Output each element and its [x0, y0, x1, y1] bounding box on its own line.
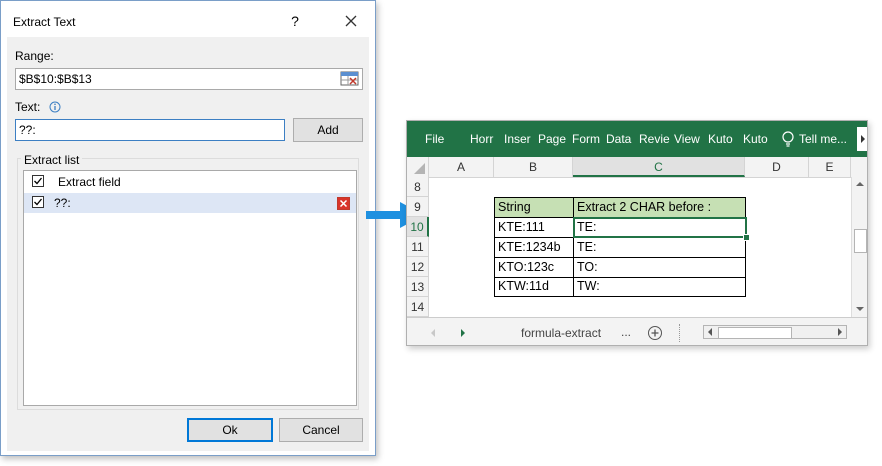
range-value: $B$10:$B$13 [19, 72, 92, 86]
ok-button[interactable]: Ok [187, 418, 273, 442]
delete-icon[interactable] [337, 197, 350, 210]
extract-text-dialog: Extract Text ? Range: $B$10:$B$13 Text: … [0, 0, 376, 456]
row-header[interactable]: 10 [407, 217, 429, 237]
extract-list-label: Extract list [21, 153, 83, 167]
tab-kutools-plus[interactable]: Kuto [743, 132, 768, 146]
vertical-scrollbar[interactable] [851, 177, 867, 317]
lightbulb-icon [781, 130, 795, 148]
table-cell[interactable]: KTO:123c [495, 258, 574, 278]
dialog-body: Range: $B$10:$B$13 Text: ??: Add Extract… [7, 37, 369, 451]
prev-sheet-icon[interactable] [429, 328, 437, 338]
next-sheet-icon[interactable] [459, 328, 467, 338]
vertical-scroll-thumb[interactable] [854, 229, 867, 253]
sheet-tab[interactable]: formula-extract [521, 326, 601, 340]
scroll-up-icon[interactable] [855, 180, 865, 188]
select-all-corner[interactable] [407, 157, 429, 177]
active-cell-cursor [573, 217, 747, 238]
tab-file[interactable]: File [425, 132, 444, 146]
row-header[interactable]: 9 [407, 197, 429, 217]
tab-data[interactable]: Data [606, 132, 631, 146]
ribbon-scroll-right[interactable] [857, 127, 867, 151]
scroll-right-icon[interactable] [836, 328, 844, 336]
row-header[interactable]: 12 [407, 257, 429, 277]
tab-review[interactable]: Revie [639, 132, 670, 146]
sheet-tab-bar: formula-extract ... [407, 317, 867, 345]
text-label: Text: [15, 100, 41, 114]
tab-page[interactable]: Page [538, 132, 566, 146]
extract-list: Extract field ??: [23, 170, 357, 406]
tab-split-handle[interactable] [679, 324, 684, 342]
info-icon[interactable] [49, 101, 61, 116]
scroll-down-icon[interactable] [855, 305, 865, 313]
row-header[interactable]: 13 [407, 277, 429, 297]
table-cell[interactable]: TW: [574, 277, 746, 297]
column-header-a[interactable]: A [429, 157, 494, 177]
checkbox[interactable] [32, 175, 44, 187]
excel-window: File Horr Inser Page Form Data Revie Vie… [406, 120, 868, 346]
tab-insert[interactable]: Inser [504, 132, 531, 146]
add-sheet-icon[interactable] [647, 325, 663, 341]
help-button[interactable]: ? [287, 13, 303, 29]
table-cell[interactable]: TO: [574, 258, 746, 278]
horizontal-scroll-thumb[interactable] [718, 327, 792, 339]
list-item[interactable]: ??: [24, 193, 356, 213]
list-item[interactable]: Extract field [24, 172, 356, 192]
more-sheets[interactable]: ... [621, 325, 631, 339]
tab-home[interactable]: Horr [470, 132, 493, 146]
data-table: String Extract 2 CHAR before : KTE:111 T… [494, 197, 746, 297]
table-cell[interactable]: TE: [574, 238, 746, 258]
row-header[interactable]: 14 [407, 297, 429, 317]
horizontal-scrollbar[interactable] [703, 325, 847, 339]
tab-formulas[interactable]: Form [572, 132, 600, 146]
range-input[interactable]: $B$10:$B$13 [15, 68, 363, 90]
column-header-d[interactable]: D [745, 157, 809, 177]
tell-me-search[interactable]: Tell me... [799, 132, 847, 146]
table-cell[interactable]: KTE:111 [495, 218, 574, 238]
table-header-cell[interactable]: Extract 2 CHAR before : [574, 198, 746, 218]
range-select-icon[interactable] [340, 71, 360, 87]
ribbon: File Horr Inser Page Form Data Revie Vie… [407, 121, 867, 157]
column-header-e[interactable]: E [809, 157, 851, 177]
cancel-button[interactable]: Cancel [279, 418, 363, 442]
range-label: Range: [15, 49, 54, 63]
column-header-b[interactable]: B [494, 157, 573, 177]
table-cell[interactable]: KTE:1234b [495, 238, 574, 258]
list-item-label: ??: [54, 196, 71, 210]
fill-handle[interactable] [743, 234, 750, 241]
checkbox[interactable] [32, 196, 44, 208]
close-icon[interactable] [341, 11, 361, 31]
list-item-label: Extract field [58, 175, 121, 189]
row-header[interactable]: 11 [407, 237, 429, 257]
text-input[interactable]: ??: [15, 119, 285, 141]
column-header: A B C D E [407, 157, 867, 178]
scroll-left-icon[interactable] [706, 328, 714, 336]
tab-view[interactable]: View [674, 132, 700, 146]
table-header-cell[interactable]: String [495, 198, 574, 218]
tab-kutools[interactable]: Kuto [708, 132, 733, 146]
column-header-c[interactable]: C [573, 157, 745, 177]
row-header[interactable]: 8 [407, 177, 429, 197]
table-cell[interactable]: KTW:11d [495, 277, 574, 297]
add-button[interactable]: Add [293, 118, 363, 142]
dialog-title: Extract Text [13, 15, 76, 29]
